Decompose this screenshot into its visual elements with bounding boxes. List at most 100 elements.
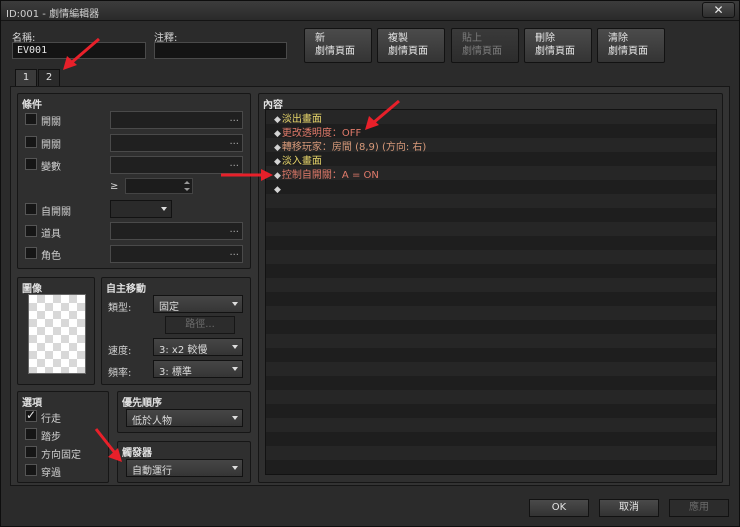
variable-label: 變數 [41,162,61,173]
name-input[interactable]: EV001 [12,42,146,59]
direction-fix-checkbox[interactable] [25,446,37,458]
delete-page-label-1: 刪除 [535,33,555,44]
move-speed-value: 3: x2 較慢 [159,345,208,356]
cancel-button[interactable]: 取消 [599,499,659,517]
ellipsis-icon: ... [229,247,239,258]
paste-page-button[interactable]: 貼上 劇情頁面 [451,28,519,63]
image-title: 圖像 [22,284,42,295]
command-line[interactable]: ◆更改透明度：OFF [274,127,361,141]
item-label: 道具 [41,229,61,240]
diamond-icon: ◆ [274,143,281,153]
ok-button[interactable]: OK [529,499,589,517]
move-frequency-select[interactable]: 3: 標準 [153,360,243,378]
direction-fix-label: 方向固定 [41,450,81,461]
diamond-icon: ◆ [274,185,281,195]
new-page-label-1: 新 [315,33,325,44]
move-type-select[interactable]: 固定 [153,295,243,313]
clear-page-label-1: 清除 [608,33,628,44]
variable-picker[interactable]: ... [110,156,243,174]
command-line[interactable]: ◆轉移玩家：房間 (8,9) (方向: 右) [274,141,426,155]
switch2-label: 開關 [41,140,61,151]
chevron-down-icon [232,416,238,420]
switch1-picker[interactable]: ... [110,111,243,129]
command-text: 轉移玩家：房間 (8,9) (方向: 右) [281,142,427,153]
spin-down-icon[interactable] [184,188,190,191]
diamond-icon: ◆ [274,157,281,167]
tab-page-2[interactable]: 2 [38,69,60,87]
step-anim-checkbox[interactable] [25,428,37,440]
command-text: 控制自開關：A = ON [281,170,379,181]
chevron-down-icon [232,367,238,371]
event-editor-window: ID:001 - 劇情編輯器 ✕ 名稱: EV001 注釋: 新 劇情頁面 複製… [0,0,740,527]
new-page-button[interactable]: 新 劇情頁面 [304,28,372,63]
self-switch-label: 自開關 [41,207,71,218]
delete-page-label-2: 劇情頁面 [535,46,575,57]
title-bar: ID:001 - 劇情編輯器 ✕ [1,1,739,21]
ellipsis-icon: ... [229,158,239,169]
self-switch-select[interactable] [110,200,172,218]
ellipsis-icon: ... [229,113,239,124]
move-speed-label: 速度: [108,346,132,357]
switch1-checkbox[interactable] [25,113,37,125]
options-title: 選項 [22,398,42,409]
move-type-label: 類型: [108,303,132,314]
close-button[interactable]: ✕ [702,2,735,18]
apply-button[interactable]: 應用 [669,499,729,517]
actor-picker[interactable]: ... [110,245,243,263]
clear-page-button[interactable]: 清除 劇情頁面 [597,28,665,63]
close-icon: ✕ [713,3,724,17]
command-line[interactable]: ◆ [274,183,282,197]
delete-page-button[interactable]: 刪除 劇情頁面 [524,28,592,63]
command-text: 淡入畫面 [281,156,322,167]
through-checkbox[interactable] [25,464,37,476]
event-image-preview[interactable] [28,294,86,374]
trigger-value: 自動運行 [132,466,172,477]
walk-anim-checkbox[interactable] [25,408,37,422]
command-text: 更改透明度：OFF [281,128,362,139]
through-label: 穿過 [41,468,61,479]
move-speed-select[interactable]: 3: x2 較慢 [153,338,243,356]
item-checkbox[interactable] [25,225,37,237]
diamond-icon: ◆ [274,171,281,181]
paste-page-label-1: 貼上 [462,33,482,44]
copy-page-button[interactable]: 複製 劇情頁面 [377,28,445,63]
ellipsis-icon: ... [229,136,239,147]
actor-label: 角色 [41,251,61,262]
switch2-picker[interactable]: ... [110,134,243,152]
copy-page-label-1: 複製 [388,33,408,44]
step-anim-label: 踏步 [41,432,61,443]
spin-up-icon[interactable] [184,181,190,184]
move-type-value: 固定 [159,302,179,313]
priority-select[interactable]: 低於人物 [126,409,243,427]
variable-checkbox[interactable] [25,158,37,170]
actor-checkbox[interactable] [25,247,37,259]
priority-value: 低於人物 [132,416,172,427]
note-input[interactable] [154,42,287,59]
command-line[interactable]: ◆淡入畫面 [274,155,322,169]
route-button[interactable]: 路徑... [165,316,235,334]
item-picker[interactable]: ... [110,222,243,240]
command-line[interactable]: ◆控制自開關：A = ON [274,169,379,183]
trigger-select[interactable]: 自動運行 [126,459,243,477]
chevron-down-icon [232,302,238,306]
command-line[interactable]: ◆淡出畫面 [274,113,322,127]
switch2-checkbox[interactable] [25,136,37,148]
variable-value-spinner[interactable] [125,178,193,194]
chevron-down-icon [232,345,238,349]
ellipsis-icon: ... [229,224,239,235]
priority-title: 優先順序 [122,398,162,409]
chevron-down-icon [161,207,167,211]
new-page-label-2: 劇情頁面 [315,46,355,57]
command-text: 淡出畫面 [281,114,322,125]
chevron-down-icon [232,466,238,470]
move-frequency-label: 頻率: [108,368,132,379]
self-switch-checkbox[interactable] [25,203,37,215]
switch1-label: 開關 [41,117,61,128]
command-list[interactable]: ◆淡出畫面 ◆更改透明度：OFF ◆轉移玩家：房間 (8,9) (方向: 右) … [265,109,717,475]
clear-page-label-2: 劇情頁面 [608,46,648,57]
move-frequency-value: 3: 標準 [159,367,192,378]
diamond-icon: ◆ [274,129,281,139]
diamond-icon: ◆ [274,115,281,125]
paste-page-label-2: 劇情頁面 [462,46,502,57]
tab-page-1[interactable]: 1 [15,69,37,87]
